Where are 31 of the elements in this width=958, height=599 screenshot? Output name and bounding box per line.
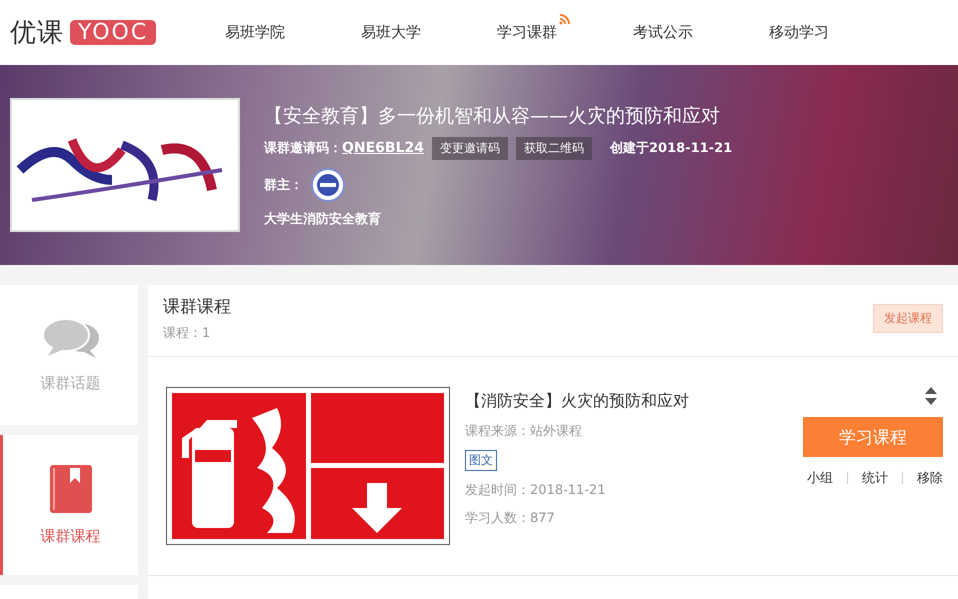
group-description: 大学生消防安全教育 xyxy=(264,210,381,228)
group-title: 【安全教育】多一份机智和从容——火灾的预防和应对 xyxy=(264,104,721,128)
course-type-tag: 图文 xyxy=(465,450,497,471)
created-date: 创建于2018-11-21 xyxy=(610,140,732,157)
chat-bubbles-icon xyxy=(42,318,100,360)
course-source: 课程来源：站外课程 xyxy=(465,423,583,440)
course-action-link[interactable]: 统计 xyxy=(862,469,888,487)
course-action-link[interactable]: 移除 xyxy=(917,469,943,487)
avatar-emblem-icon xyxy=(311,168,345,202)
sidebar-item[interactable]: 课群课程 xyxy=(0,435,138,575)
panel-title: 课群课程 xyxy=(163,296,231,318)
owner-label: 群主： xyxy=(264,176,303,194)
banner-button[interactable]: 获取二维码 xyxy=(516,136,592,160)
learner-count: 学习人数：877 xyxy=(465,510,556,527)
nav-link[interactable]: 学习课群 xyxy=(497,13,569,42)
banner-button[interactable]: 变更邀请码 xyxy=(432,136,508,160)
logo-badge: YOOC xyxy=(70,20,156,45)
nav-link[interactable]: 考试公示 xyxy=(633,13,705,42)
nav-link[interactable]: 易班学院 xyxy=(225,13,297,42)
sort-icon[interactable] xyxy=(925,387,937,405)
book-icon xyxy=(50,464,92,512)
course-date: 发起时间：2018-11-21 xyxy=(465,482,607,499)
logo-text: 优课 xyxy=(10,17,64,50)
course-title: 【消防安全】火灾的预防和应对 xyxy=(465,391,690,412)
sidebar-item-label: 课群话题 xyxy=(40,374,100,392)
nav-link[interactable]: 易班大学 xyxy=(361,13,433,42)
nav-link[interactable]: 移动学习 xyxy=(769,13,841,42)
invite-label: 课群邀请码： xyxy=(264,140,342,157)
course-action-link[interactable]: 小组 xyxy=(807,469,833,487)
course-count: 课程：1 xyxy=(163,325,212,342)
sidebar-item-label: 课群课程 xyxy=(40,526,100,546)
